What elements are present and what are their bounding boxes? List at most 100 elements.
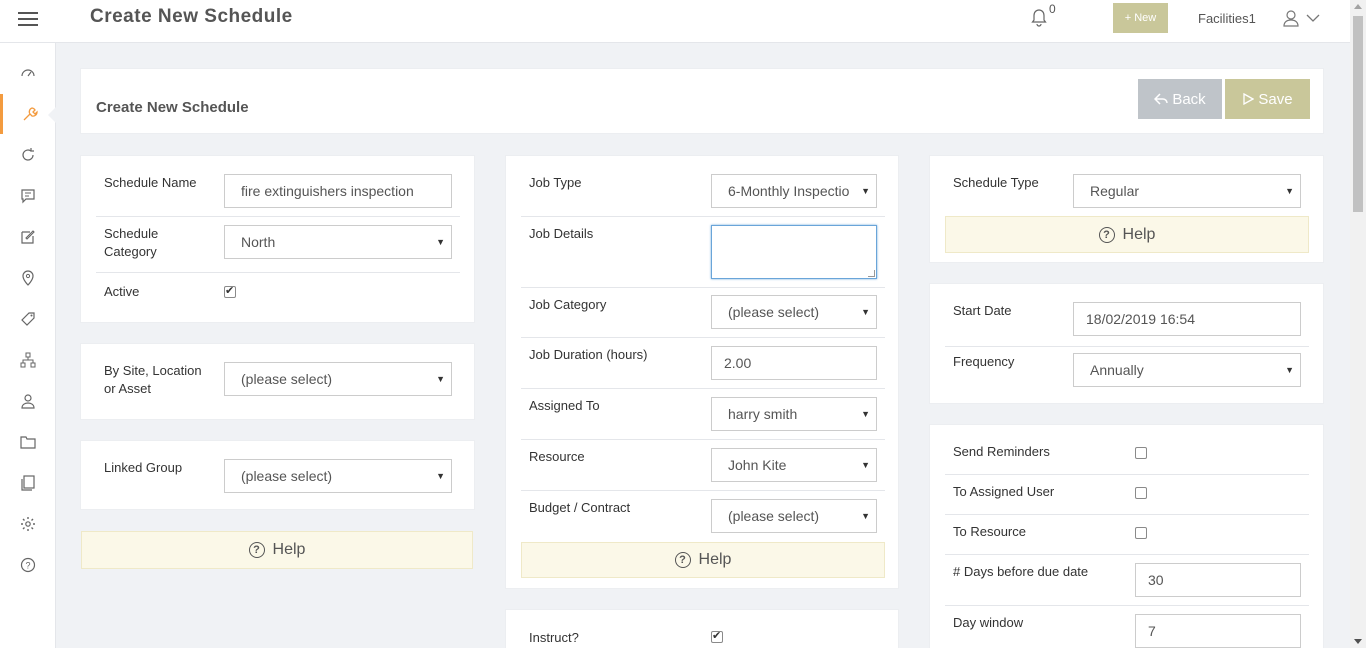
middle-help-button[interactable]: ? Help [521,542,885,578]
menu-icon[interactable] [18,12,38,28]
start-date-label: Start Date [953,303,1012,318]
schedule-details-card: Schedule Name fire extinguishers inspect… [80,155,475,323]
sitemap-icon [20,352,36,368]
dashboard-icon [21,69,35,77]
job-type-label: Job Type [529,175,582,190]
schedule-type-row: Schedule Type Regular ▼ [945,168,1309,216]
right-help-button[interactable]: ? Help [945,216,1309,253]
sidebar: ? [0,43,57,648]
page-scrollbar[interactable] [1350,0,1366,648]
chevron-down-icon: ▼ [432,363,445,395]
svg-text:?: ? [25,561,30,571]
assigned-to-value: harry smith [728,406,798,422]
refresh-icon [22,148,34,161]
job-category-value: (please select) [728,304,820,320]
form-header-card: Create New Schedule Back Save [80,68,1324,134]
sidebar-item-locations[interactable] [0,258,56,298]
user-name[interactable]: Facilities1 [1198,11,1256,26]
start-date-card: Start Date 18/02/2019 16:54 Frequency An… [929,283,1324,404]
day-window-input[interactable]: 7 [1135,614,1301,648]
to-assigned-user-checkbox[interactable] [1135,487,1147,499]
back-button[interactable]: Back [1138,79,1222,119]
schedule-name-input[interactable]: fire extinguishers inspection [224,174,452,208]
tag-icon [21,312,35,326]
job-details-textarea[interactable] [711,225,877,279]
resource-value: John Kite [728,457,787,473]
schedule-category-select[interactable]: North ▼ [224,225,452,259]
job-type-value: 6-Monthly Inspectio [728,183,850,199]
sidebar-item-structure[interactable] [0,340,56,380]
edit-icon [21,230,35,244]
user-icon[interactable] [1283,9,1321,27]
new-button[interactable]: + New [1113,3,1168,33]
chevron-down-icon: ▼ [1281,175,1294,207]
job-duration-input[interactable]: 2.00 [711,346,877,380]
documents-icon [21,475,35,491]
resource-select[interactable]: John Kite ▼ [711,448,877,482]
sidebar-item-documents[interactable] [0,463,56,503]
reminders-card: Send Reminders To Assigned User To Resou… [929,424,1324,648]
job-type-select[interactable]: 6-Monthly Inspectio ▼ [711,174,877,208]
to-assigned-user-label: To Assigned User [953,484,1055,499]
sidebar-item-settings[interactable] [0,504,56,544]
bell-icon[interactable] [1030,8,1048,28]
play-icon [1243,93,1255,105]
assigned-to-select[interactable]: harry smith ▼ [711,397,877,431]
linked-group-label: Linked Group [104,460,183,475]
chevron-down-icon: ▼ [857,175,870,207]
job-details-row: Job Details [521,217,885,288]
sidebar-item-messages[interactable] [0,176,56,216]
chevron-down-icon: ▼ [857,500,870,532]
budget-select[interactable]: (please select) ▼ [711,499,877,533]
schedule-type-select[interactable]: Regular ▼ [1073,174,1301,208]
right-help-label: Help [1122,225,1156,243]
instruct-checkbox[interactable] [711,629,723,643]
sidebar-item-help[interactable]: ? [0,545,56,585]
middle-help-label: Help [698,551,732,568]
sidebar-item-recurring[interactable] [0,135,56,175]
schedule-type-label: Schedule Type [953,175,1039,190]
to-resource-label: To Resource [953,524,1026,539]
to-resource-row: To Resource [945,515,1309,555]
scroll-thumb[interactable] [1353,16,1363,212]
left-help-button[interactable]: ? Help [81,531,473,569]
scroll-up-arrow[interactable] [1354,4,1362,9]
budget-row: Budget / Contract (please select) ▼ [521,491,885,541]
linked-group-value: (please select) [241,468,333,484]
sidebar-item-dashboard[interactable] [0,53,56,93]
sidebar-item-edit[interactable] [0,217,56,257]
location-icon [22,270,34,286]
question-circle-icon: ? [674,552,691,568]
job-category-select[interactable]: (please select) ▼ [711,295,877,329]
to-resource-checkbox[interactable] [1135,527,1147,539]
by-site-label: By Site, Location or Asset [104,363,202,396]
day-window-label: Day window [953,615,1024,630]
start-date-input[interactable]: 18/02/2019 16:54 [1073,302,1301,336]
to-assigned-user-row: To Assigned User [945,475,1309,515]
send-reminders-checkbox[interactable] [1135,447,1147,459]
gear-icon [21,517,35,531]
by-site-select[interactable]: (please select) ▼ [224,362,452,396]
active-checkbox[interactable] [224,284,236,298]
schedule-category-value: North [241,234,276,250]
sidebar-item-files[interactable] [0,422,56,462]
send-reminders-label: Send Reminders [953,444,1050,459]
sidebar-item-contacts[interactable] [0,381,56,421]
save-button-label: Save [1258,90,1293,108]
scroll-down-arrow[interactable] [1354,639,1362,644]
days-before-input[interactable]: 30 [1135,563,1301,597]
sidebar-item-assets[interactable] [0,299,56,339]
linked-group-select[interactable]: (please select) ▼ [224,459,452,493]
folder-icon [20,436,36,449]
by-site-card: By Site, Location or Asset (please selec… [80,343,475,420]
by-site-value: (please select) [241,371,333,387]
wrench-icon [23,107,38,121]
budget-value: (please select) [728,508,820,524]
frequency-row: Frequency Annually ▼ [945,347,1309,397]
days-before-row: # Days before due date 30 [945,555,1309,606]
sidebar-item-maintenance[interactable] [0,94,57,134]
job-details-card: Job Type 6-Monthly Inspectio ▼ Job Detai… [505,155,899,589]
frequency-select[interactable]: Annually ▼ [1073,353,1301,387]
left-help-label: Help [272,541,306,558]
save-button[interactable]: Save [1225,79,1310,119]
